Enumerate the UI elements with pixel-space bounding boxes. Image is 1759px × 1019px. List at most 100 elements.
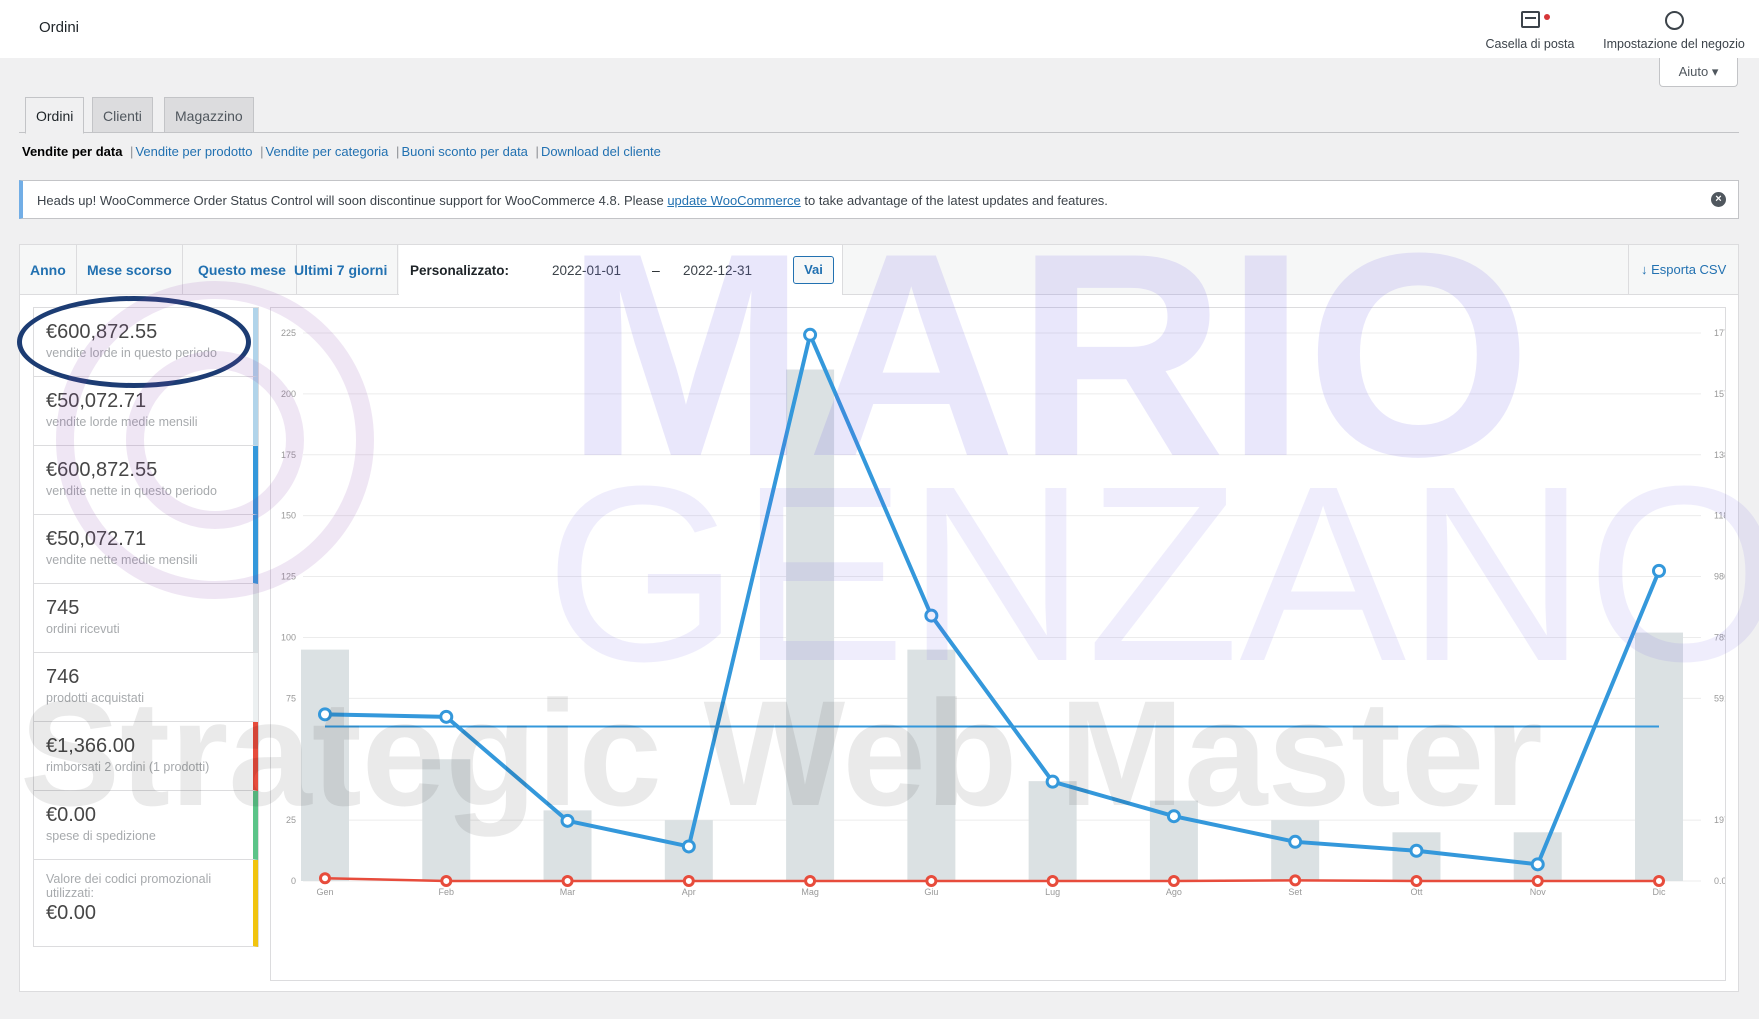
net sales-point xyxy=(1652,563,1666,578)
stat-label: vendite nette medie mensili xyxy=(46,553,198,567)
sales-chart: 0 25 75 100 125 150 175 200 225 0.00 19731.25 59193… xyxy=(270,307,1726,981)
report-subnav: Vendite per data | Vendite per prodotto |… xyxy=(22,144,661,159)
stat-refunds[interactable]: €1,366.00 rimborsati 2 ordini (1 prodotti… xyxy=(34,722,258,791)
stat-label: prodotti acquistati xyxy=(46,691,144,705)
range-ultimi-7-giorni[interactable]: Ultimi 7 giorni xyxy=(284,245,399,295)
stat-avg-gross-sales[interactable]: €50,072.71 vendite lorde medie mensili xyxy=(34,377,258,446)
tab-clienti[interactable]: Clienti xyxy=(92,97,153,133)
net sales-point xyxy=(681,839,696,854)
update-woocommerce-link[interactable]: update WooCommerce xyxy=(667,193,800,208)
range-questo-mese[interactable]: Questo mese xyxy=(188,245,297,295)
stat-value: 745 xyxy=(46,597,80,619)
net sales-point xyxy=(1530,857,1545,872)
subnav-customer-downloads[interactable]: Download del cliente xyxy=(541,144,661,159)
store-setup-button[interactable]: Impostazione del negozio xyxy=(1596,8,1752,51)
dismiss-icon[interactable]: × xyxy=(1711,192,1726,207)
stat-label: vendite nette in questo periodo xyxy=(46,484,217,498)
orders-bar xyxy=(422,759,471,881)
notice-text-after: to take advantage of the latest updates … xyxy=(800,193,1108,208)
inbox-icon xyxy=(1475,11,1585,33)
stat-label: vendite lorde in questo periodo xyxy=(46,346,217,360)
x-tick-label: Mar xyxy=(560,887,576,897)
date-separator: – xyxy=(652,262,660,278)
net sales-point xyxy=(803,327,818,342)
net sales-line xyxy=(324,328,1661,867)
net sales-point xyxy=(924,608,939,623)
stat-shipping[interactable]: €0.00 spese di spedizione xyxy=(34,791,258,860)
stat-gross-sales[interactable]: €600,872.55 vendite lorde in questo perio… xyxy=(34,308,258,377)
right-tick-label: 98656.24 xyxy=(1714,572,1726,582)
stat-label: Valore dei codici promozionali utilizzat… xyxy=(46,872,212,900)
x-tick-label: Ott xyxy=(1410,887,1423,897)
custom-range-label: Personalizzato: xyxy=(410,263,510,278)
x-tick-label: Lug xyxy=(1045,887,1060,897)
range-mese-scorso[interactable]: Mese scorso xyxy=(77,245,183,295)
tab-ordini[interactable]: Ordini xyxy=(25,97,85,134)
net sales-point xyxy=(439,709,454,724)
download-arrow-icon: ↓ xyxy=(1641,262,1648,277)
stat-net-sales[interactable]: €600,872.55 vendite nette in questo perio… xyxy=(34,446,258,515)
subnav-sales-by-category[interactable]: Vendite per categoria xyxy=(266,144,389,159)
page-title: Ordini xyxy=(39,19,80,36)
export-csv-button[interactable]: ↓ Esporta CSV xyxy=(1628,245,1738,295)
subnav-sales-by-date[interactable]: Vendite per data xyxy=(22,144,122,159)
right-tick-label: 138118.74 xyxy=(1714,450,1726,460)
date-from-input[interactable]: 2022-01-01 xyxy=(552,263,621,278)
refunds-point xyxy=(319,872,331,885)
refunds-point xyxy=(561,875,574,887)
stat-items[interactable]: 746 prodotti acquistati xyxy=(34,653,258,722)
orders-bar xyxy=(1513,832,1562,881)
export-csv-label: Esporta CSV xyxy=(1651,262,1727,277)
refunds-point xyxy=(804,875,817,887)
stat-value: 746 xyxy=(46,666,80,688)
tab-magazzino[interactable]: Magazzino xyxy=(164,97,254,133)
stats-legend: €600,872.55 vendite lorde in questo perio… xyxy=(33,307,259,947)
refunds-point xyxy=(1046,875,1059,887)
stat-label: spese di spedizione xyxy=(46,829,156,843)
stat-value: €600,872.55 xyxy=(46,321,158,343)
orders-bar xyxy=(301,649,349,881)
refunds-point xyxy=(1289,874,1302,887)
left-tick-label: 75 xyxy=(286,693,296,703)
orders-bar xyxy=(1635,632,1683,881)
x-tick-label: Feb xyxy=(439,887,455,897)
x-tick-label: Nov xyxy=(1530,887,1547,897)
left-tick-label: 25 xyxy=(286,815,296,825)
orders-bar xyxy=(907,649,956,881)
custom-range: Personalizzato: 2022-01-01 – 2022-12-31 … xyxy=(399,245,843,295)
net sales-point xyxy=(560,813,575,828)
left-tick-label: 225 xyxy=(281,328,296,338)
store-setup-label: Impostazione del negozio xyxy=(1603,37,1745,51)
refunds-point xyxy=(1167,875,1180,887)
help-button[interactable]: Aiuto ▾ xyxy=(1659,58,1738,87)
stat-value: €600,872.55 xyxy=(46,459,158,481)
x-tick-label: Ago xyxy=(1166,887,1182,897)
left-tick-label: 100 xyxy=(281,632,296,642)
right-tick-label: 157849.99 xyxy=(1714,389,1726,399)
range-anno[interactable]: Anno xyxy=(20,245,77,295)
net sales-point xyxy=(1045,774,1060,789)
stat-avg-net-sales[interactable]: €50,072.71 vendite nette medie mensili xyxy=(34,515,258,584)
go-button[interactable]: Vai xyxy=(793,256,834,284)
orders-bar xyxy=(1271,820,1320,881)
report-tabs: Ordini Clienti Magazzino xyxy=(19,97,1739,134)
orders-bar xyxy=(786,369,835,881)
net sales-point xyxy=(318,707,332,722)
notification-dot xyxy=(1543,14,1550,20)
right-tick-label: 19731.25 xyxy=(1714,815,1726,825)
stat-coupons[interactable]: Valore dei codici promozionali utilizzat… xyxy=(34,860,258,947)
right-tick-label: 118387.49 xyxy=(1714,511,1726,521)
left-tick-label: 150 xyxy=(281,511,296,521)
subnav-sales-by-product[interactable]: Vendite per prodotto xyxy=(135,144,252,159)
left-tick-label: 175 xyxy=(281,450,296,460)
x-tick-label: Mag xyxy=(801,887,819,897)
stat-value: €1,366.00 xyxy=(46,735,135,757)
stat-label: rimborsati 2 ordini (1 prodotti) xyxy=(46,760,210,774)
date-to-input[interactable]: 2022-12-31 xyxy=(683,263,752,278)
stat-orders[interactable]: 745 ordini ricevuti xyxy=(34,584,258,653)
refunds-point xyxy=(440,875,453,887)
inbox-button[interactable]: Casella di posta xyxy=(1475,8,1585,51)
right-tick-label: 78924.99 xyxy=(1714,632,1726,642)
chart-svg: 0 25 75 100 125 150 175 200 225 0.00 19731.25 59193… xyxy=(281,327,1726,897)
subnav-coupons-by-date[interactable]: Buoni sconto per data xyxy=(401,144,527,159)
